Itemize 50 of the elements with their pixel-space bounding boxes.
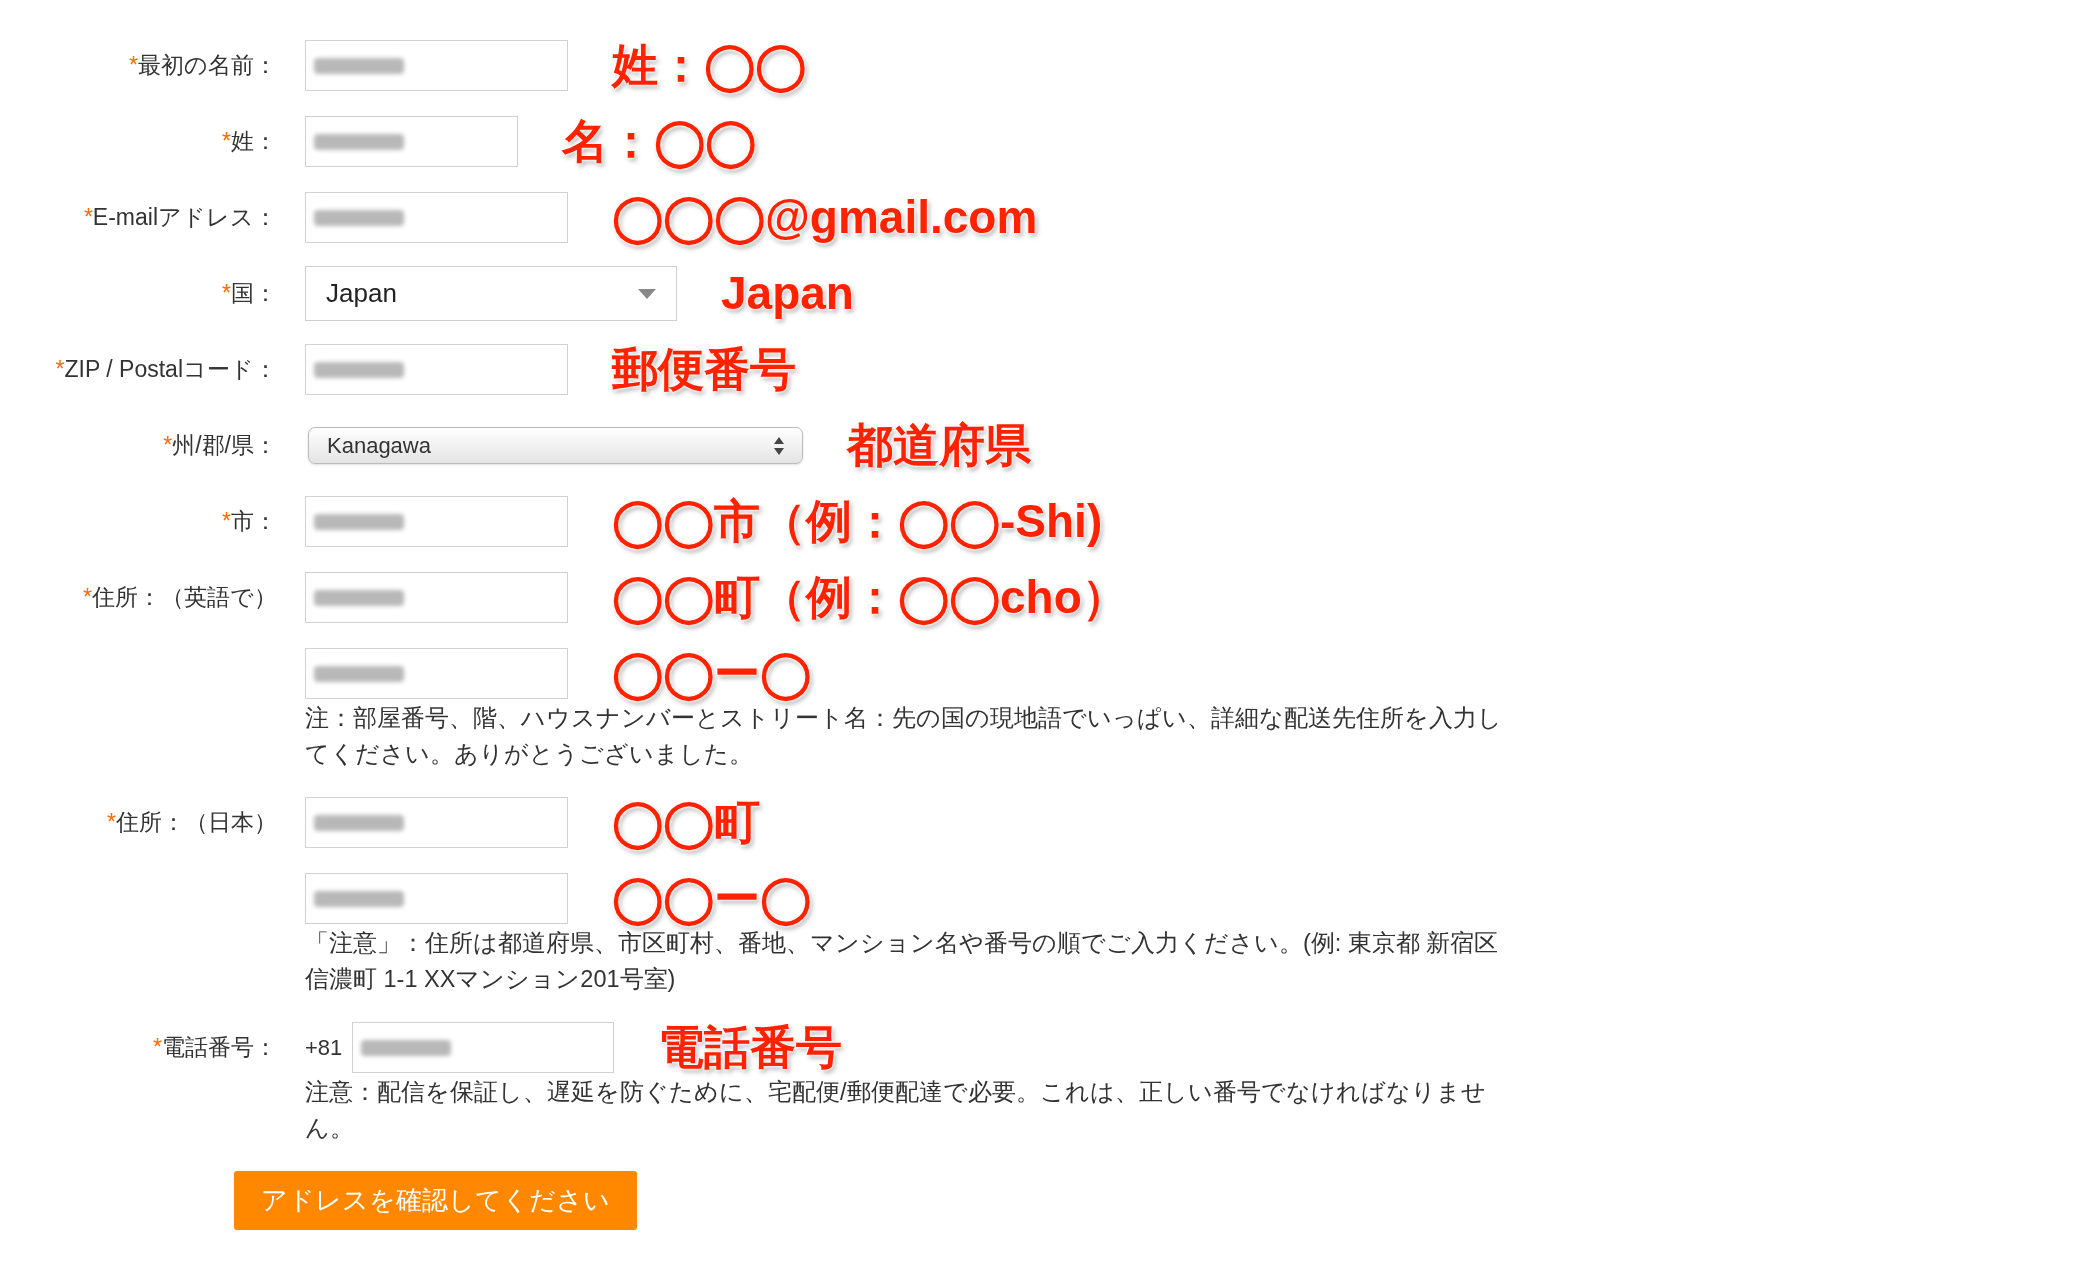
required-mark: * — [222, 279, 231, 309]
field-label: 最初の名前： — [138, 51, 277, 81]
required-mark: * — [83, 583, 92, 613]
input-field[interactable] — [305, 192, 568, 243]
note-text: 注意：配信を保証し、遅延を防ぐために、宅配便/郵便配達で必要。これは、正しい番号でなければなりません。 — [305, 1078, 1487, 1143]
annotation-text: 都道府県 — [845, 417, 1032, 473]
annotation-text: 郵便番号 — [610, 341, 797, 397]
field-label: 姓： — [231, 127, 277, 157]
input-field[interactable] — [305, 648, 568, 699]
required-mark: * — [83, 203, 93, 233]
field-label: 国： — [231, 279, 277, 309]
required-mark: * — [163, 431, 173, 461]
annotation-text: ◯◯町（例：◯◯cho） — [608, 567, 1132, 628]
annotation-text: 名：◯◯ — [558, 111, 760, 172]
input-field[interactable] — [352, 1022, 615, 1073]
annotation-text: ◯◯ー◯ — [608, 868, 815, 929]
input-field[interactable] — [305, 496, 568, 547]
input-field[interactable] — [305, 116, 518, 167]
input-field[interactable] — [305, 344, 568, 395]
required-mark: * — [55, 355, 65, 385]
note-text: 「注意」：住所は都道府県、市区町村、番地、マンション名や番号の順でご入力ください。(例: 東京都 新宿区信濃町 1-1 XXマンション201号室) — [305, 929, 1500, 994]
field-label: 住所：（日本） — [116, 808, 277, 838]
input-field[interactable] — [305, 572, 568, 623]
field-label: 住所：（英語で） — [92, 583, 277, 613]
input-field[interactable] — [305, 797, 568, 848]
required-mark: * — [107, 808, 116, 838]
annotation-text: 姓：◯◯ — [608, 35, 810, 96]
input-field[interactable] — [305, 873, 568, 924]
annotation-text: 電話番号 — [657, 1019, 844, 1075]
required-mark: * — [129, 51, 138, 81]
field-label: 州/郡/県： — [172, 431, 277, 461]
up-down-arrows-icon — [774, 436, 784, 455]
note-text: 注：部屋番号、階、ハウスナンバーとストリート名：先の国の現地語でいっぱい、詳細な配送先住所を入力してください。ありがとうございました。 — [305, 704, 1503, 769]
field-label: ZIP / Postalコード： — [64, 355, 277, 385]
country-select[interactable]: Japan — [305, 266, 677, 321]
required-mark: * — [153, 1033, 162, 1063]
annotation-text: ◯◯町 — [608, 792, 764, 853]
field-label: 市： — [231, 507, 277, 537]
dropdown-arrow-icon — [638, 288, 656, 299]
annotation-text: ◯◯市（例：◯◯-Shi) — [608, 491, 1107, 552]
field-label: E-mailアドレス： — [92, 203, 277, 233]
annotation-text: Japan — [720, 265, 855, 321]
input-field[interactable] — [305, 40, 568, 91]
required-mark: * — [222, 127, 231, 157]
annotation-text: ◯◯ー◯ — [608, 643, 815, 704]
phone-prefix: +81 — [305, 1034, 343, 1062]
required-mark: * — [222, 507, 231, 537]
annotation-text: ◯◯◯@gmail.com — [608, 187, 1042, 248]
field-label: 電話番号： — [162, 1033, 277, 1063]
state-select[interactable]: Kanagawa — [308, 427, 803, 464]
